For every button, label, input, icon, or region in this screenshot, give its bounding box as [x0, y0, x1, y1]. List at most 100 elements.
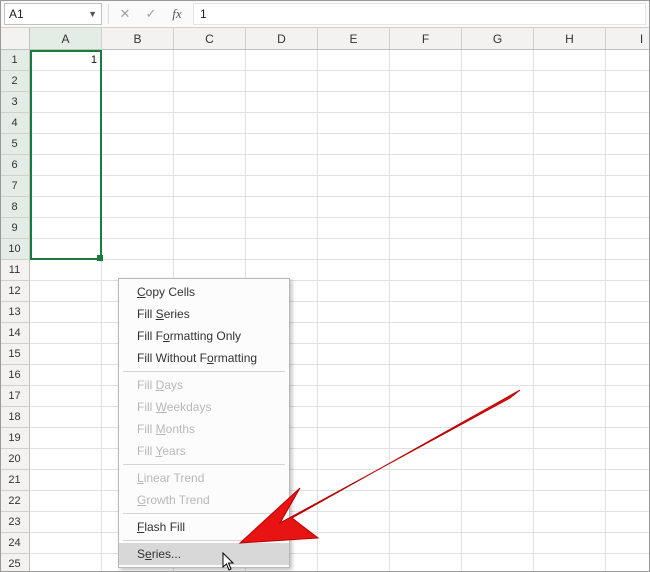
cell-E13[interactable]	[318, 302, 390, 323]
row-header-14[interactable]: 14	[0, 323, 30, 344]
cell-I25[interactable]	[606, 554, 650, 572]
cell-A24[interactable]	[30, 533, 102, 554]
row-header-9[interactable]: 9	[0, 218, 30, 239]
row-header-3[interactable]: 3	[0, 92, 30, 113]
row-header-19[interactable]: 19	[0, 428, 30, 449]
cell-H9[interactable]	[534, 218, 606, 239]
cell-I5[interactable]	[606, 134, 650, 155]
cell-H3[interactable]	[534, 92, 606, 113]
cell-G12[interactable]	[462, 281, 534, 302]
cell-E8[interactable]	[318, 197, 390, 218]
row-header-12[interactable]: 12	[0, 281, 30, 302]
cell-F16[interactable]	[390, 365, 462, 386]
cell-G17[interactable]	[462, 386, 534, 407]
cell-E20[interactable]	[318, 449, 390, 470]
column-header-E[interactable]: E	[318, 28, 390, 49]
cell-B3[interactable]	[102, 92, 174, 113]
cell-E5[interactable]	[318, 134, 390, 155]
formula-input[interactable]: 1	[193, 3, 646, 25]
row-header-13[interactable]: 13	[0, 302, 30, 323]
cell-E24[interactable]	[318, 533, 390, 554]
cell-I4[interactable]	[606, 113, 650, 134]
cancel-icon[interactable]: ✕	[115, 4, 135, 24]
cell-G5[interactable]	[462, 134, 534, 155]
cell-E19[interactable]	[318, 428, 390, 449]
cell-I1[interactable]	[606, 50, 650, 71]
row-header-24[interactable]: 24	[0, 533, 30, 554]
cell-I22[interactable]	[606, 491, 650, 512]
cell-G4[interactable]	[462, 113, 534, 134]
cell-B6[interactable]	[102, 155, 174, 176]
cell-G7[interactable]	[462, 176, 534, 197]
cell-E17[interactable]	[318, 386, 390, 407]
cell-A10[interactable]	[30, 239, 102, 260]
insert-function-icon[interactable]: fx	[167, 4, 187, 24]
cell-F5[interactable]	[390, 134, 462, 155]
cell-E10[interactable]	[318, 239, 390, 260]
cell-I14[interactable]	[606, 323, 650, 344]
row-header-7[interactable]: 7	[0, 176, 30, 197]
cell-F25[interactable]	[390, 554, 462, 572]
menu-item-fill-without-formatting[interactable]: Fill Without Formatting	[119, 347, 289, 369]
cell-F13[interactable]	[390, 302, 462, 323]
cell-E7[interactable]	[318, 176, 390, 197]
column-header-C[interactable]: C	[174, 28, 246, 49]
cell-F18[interactable]	[390, 407, 462, 428]
cell-A9[interactable]	[30, 218, 102, 239]
cell-H5[interactable]	[534, 134, 606, 155]
cell-G15[interactable]	[462, 344, 534, 365]
cell-A8[interactable]	[30, 197, 102, 218]
cell-G13[interactable]	[462, 302, 534, 323]
cell-I18[interactable]	[606, 407, 650, 428]
column-header-F[interactable]: F	[390, 28, 462, 49]
row-header-18[interactable]: 18	[0, 407, 30, 428]
cell-A15[interactable]	[30, 344, 102, 365]
cell-G20[interactable]	[462, 449, 534, 470]
cell-G10[interactable]	[462, 239, 534, 260]
cell-H4[interactable]	[534, 113, 606, 134]
cell-H7[interactable]	[534, 176, 606, 197]
cell-H15[interactable]	[534, 344, 606, 365]
cell-I17[interactable]	[606, 386, 650, 407]
cell-A20[interactable]	[30, 449, 102, 470]
row-header-25[interactable]: 25	[0, 554, 30, 572]
cell-A22[interactable]	[30, 491, 102, 512]
cell-D4[interactable]	[246, 113, 318, 134]
cell-F19[interactable]	[390, 428, 462, 449]
cell-D1[interactable]	[246, 50, 318, 71]
cell-D10[interactable]	[246, 239, 318, 260]
enter-icon[interactable]: ✓	[141, 4, 161, 24]
menu-item-fill-formatting-only[interactable]: Fill Formatting Only	[119, 325, 289, 347]
row-header-22[interactable]: 22	[0, 491, 30, 512]
cell-C2[interactable]	[174, 71, 246, 92]
cell-I21[interactable]	[606, 470, 650, 491]
cell-I3[interactable]	[606, 92, 650, 113]
cell-G11[interactable]	[462, 260, 534, 281]
cell-E15[interactable]	[318, 344, 390, 365]
cell-B8[interactable]	[102, 197, 174, 218]
cell-A2[interactable]	[30, 71, 102, 92]
cell-A6[interactable]	[30, 155, 102, 176]
cell-E9[interactable]	[318, 218, 390, 239]
cell-H2[interactable]	[534, 71, 606, 92]
cell-A23[interactable]	[30, 512, 102, 533]
cell-H21[interactable]	[534, 470, 606, 491]
cell-E25[interactable]	[318, 554, 390, 572]
cell-F1[interactable]	[390, 50, 462, 71]
row-header-8[interactable]: 8	[0, 197, 30, 218]
cell-E23[interactable]	[318, 512, 390, 533]
cell-E12[interactable]	[318, 281, 390, 302]
row-header-6[interactable]: 6	[0, 155, 30, 176]
cell-F12[interactable]	[390, 281, 462, 302]
cell-F7[interactable]	[390, 176, 462, 197]
menu-item-fill-series[interactable]: Fill Series	[119, 303, 289, 325]
cell-E1[interactable]	[318, 50, 390, 71]
cell-G16[interactable]	[462, 365, 534, 386]
cell-G2[interactable]	[462, 71, 534, 92]
cell-G9[interactable]	[462, 218, 534, 239]
cell-I20[interactable]	[606, 449, 650, 470]
cell-I15[interactable]	[606, 344, 650, 365]
cell-E3[interactable]	[318, 92, 390, 113]
row-header-10[interactable]: 10	[0, 239, 30, 260]
cell-I13[interactable]	[606, 302, 650, 323]
